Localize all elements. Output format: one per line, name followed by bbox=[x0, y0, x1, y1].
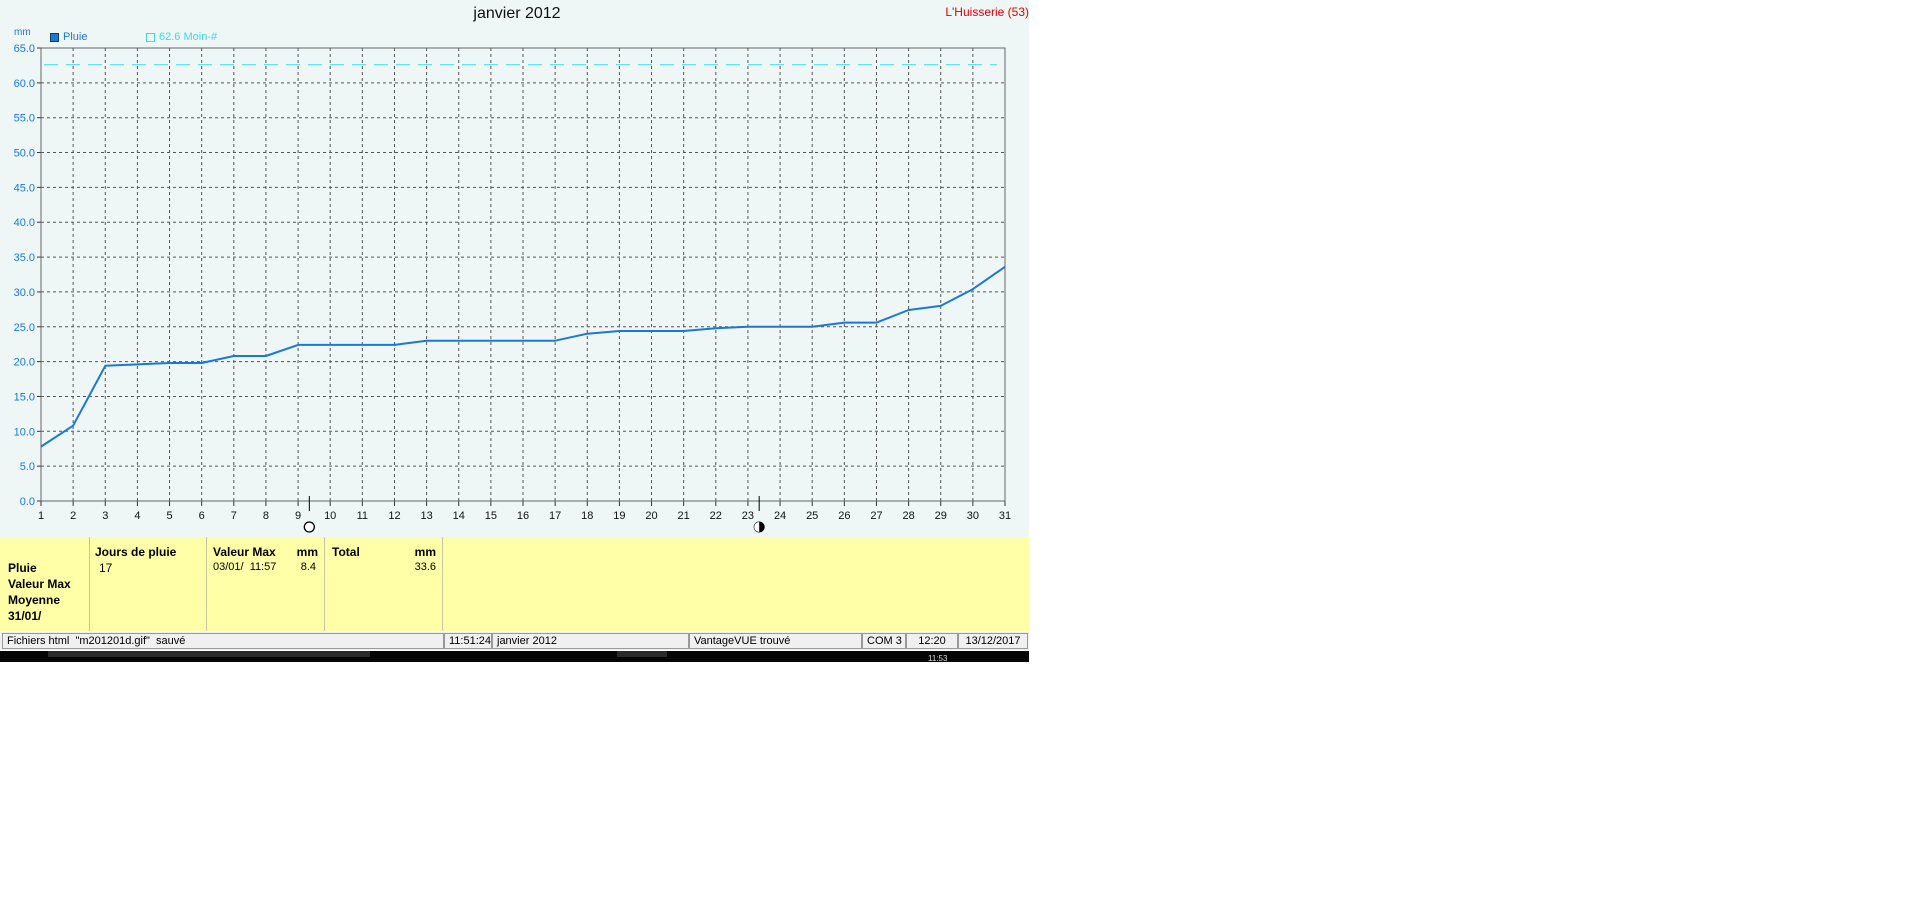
x-tick-label: 27 bbox=[870, 510, 882, 522]
status-period: janvier 2012 bbox=[492, 633, 689, 649]
days-header: Jours de pluie bbox=[95, 545, 177, 559]
y-tick-label: 50.0 bbox=[14, 148, 35, 160]
x-tick-label: 16 bbox=[517, 510, 529, 522]
x-tick-label: 31 bbox=[999, 510, 1011, 522]
total-value: 33.6 bbox=[414, 561, 436, 573]
x-tick-label: 22 bbox=[710, 510, 722, 522]
max-date: 03/01/ 11:57 bbox=[213, 561, 277, 573]
x-tick-label: 18 bbox=[581, 510, 593, 522]
status-date: 13/12/2017 bbox=[958, 633, 1028, 649]
legend-item-reference[interactable]: 62.6 Moin-# bbox=[146, 31, 217, 43]
status-clock: 12:20 bbox=[906, 633, 958, 649]
moon-full-icon bbox=[303, 521, 315, 533]
status-bar: Fichiers html "m201201d.gif" sauvé 11:51… bbox=[0, 632, 1029, 650]
x-tick-label: 10 bbox=[324, 510, 336, 522]
legend-label-pluie: Pluie bbox=[63, 31, 88, 43]
y-tick-label: 45.0 bbox=[14, 182, 35, 194]
y-tick-label: 25.0 bbox=[14, 322, 35, 334]
y-tick-label: 5.0 bbox=[20, 461, 35, 473]
x-tick-label: 26 bbox=[838, 510, 850, 522]
total-unit: mm bbox=[414, 545, 436, 559]
x-tick-label: 1 bbox=[38, 510, 44, 522]
x-tick-label: 9 bbox=[295, 510, 301, 522]
taskbar-button[interactable] bbox=[617, 651, 667, 657]
x-tick-label: 14 bbox=[453, 510, 465, 522]
x-tick-label: 21 bbox=[678, 510, 690, 522]
x-tick-label: 4 bbox=[134, 510, 140, 522]
x-tick-label: 30 bbox=[967, 510, 979, 522]
y-tick-label: 15.0 bbox=[14, 391, 35, 403]
status-time: 11:51:24 bbox=[444, 633, 492, 649]
y-tick-label: 35.0 bbox=[14, 252, 35, 264]
x-tick-label: 8 bbox=[263, 510, 269, 522]
y-tick-label: 55.0 bbox=[14, 113, 35, 125]
row-label-pluie: Pluie bbox=[8, 561, 37, 575]
x-tick-label: 29 bbox=[935, 510, 947, 522]
taskbar: 11:53 bbox=[0, 651, 1029, 663]
x-tick-label: 19 bbox=[613, 510, 625, 522]
x-tick-label: 20 bbox=[645, 510, 657, 522]
x-tick-label: 25 bbox=[806, 510, 818, 522]
stats-panel: Pluie Valeur Max Moyenne 31/01/ Jours de… bbox=[0, 537, 1029, 631]
status-message: Fichiers html "m201201d.gif" sauvé bbox=[2, 633, 444, 649]
days-value: 17 bbox=[99, 561, 113, 575]
x-tick-label: 2 bbox=[70, 510, 76, 522]
y-tick-label: 0.0 bbox=[20, 496, 35, 508]
stats-col-total: Total mm 33.6 bbox=[325, 537, 443, 631]
x-tick-label: 11 bbox=[357, 510, 368, 522]
x-tick-label: 24 bbox=[774, 510, 786, 522]
y-tick-label: 10.0 bbox=[14, 426, 35, 438]
x-tick-label: 28 bbox=[902, 510, 914, 522]
row-label-date: 31/01/ bbox=[8, 609, 42, 623]
x-tick-label: 13 bbox=[420, 510, 432, 522]
legend-item-pluie[interactable]: Pluie bbox=[50, 31, 87, 43]
status-station: VantageVUE trouvé bbox=[689, 633, 862, 649]
x-tick-label: 7 bbox=[231, 510, 237, 522]
legend-swatch-reference bbox=[146, 32, 155, 42]
x-tick-label: 15 bbox=[485, 510, 497, 522]
y-tick-label: 40.0 bbox=[14, 217, 35, 229]
chart-area: 0.0 5.0 10.0 15.0 20.0 25.0 30.0 35.0 40.0 45.0 50… bbox=[0, 0, 1029, 537]
legend-label-reference: 62.6 Moin-# bbox=[159, 31, 218, 43]
moon-quarter-light bbox=[754, 522, 760, 532]
stats-col-max: Valeur Max mm 03/01/ 11:57 8.4 bbox=[207, 537, 325, 631]
status-port: COM 3 bbox=[862, 633, 906, 649]
y-axis-unit: mm bbox=[14, 27, 31, 38]
x-tick-label: 3 bbox=[102, 510, 108, 522]
y-tick-label: 65.0 bbox=[14, 43, 35, 55]
max-unit: mm bbox=[296, 545, 318, 559]
taskbar-clock: 11:53 bbox=[928, 654, 948, 663]
y-tick-label: 30.0 bbox=[14, 287, 35, 299]
max-value: 8.4 bbox=[300, 561, 316, 573]
chart-title: janvier 2012 bbox=[473, 5, 561, 22]
taskbar-button[interactable] bbox=[48, 651, 370, 657]
status-message-text: Fichiers html "m201201d.gif" sauvé bbox=[7, 635, 186, 647]
x-tick-label: 5 bbox=[166, 510, 172, 522]
row-label-valeur-max: Valeur Max bbox=[8, 577, 71, 591]
stats-row-labels: Pluie Valeur Max Moyenne 31/01/ bbox=[0, 537, 90, 631]
row-label-moyenne: Moyenne bbox=[8, 593, 61, 607]
legend-swatch-pluie bbox=[50, 32, 59, 42]
x-tick-label: 12 bbox=[388, 510, 400, 522]
app-window: 0.0 5.0 10.0 15.0 20.0 25.0 30.0 35.0 40.0 45.0 50… bbox=[0, 0, 1029, 663]
station-name: L'Huisserie (53) bbox=[945, 5, 1029, 19]
y-tick-label: 20.0 bbox=[14, 357, 35, 369]
x-tick-label: 17 bbox=[549, 510, 561, 522]
rain-chart: 0.0 5.0 10.0 15.0 20.0 25.0 30.0 35.0 40.0 45.0 50… bbox=[14, 43, 1011, 533]
x-tick-label: 23 bbox=[742, 510, 754, 522]
y-tick-label: 60.0 bbox=[14, 78, 35, 90]
total-header: Total bbox=[332, 545, 360, 559]
x-tick-label: 6 bbox=[199, 510, 205, 522]
max-header: Valeur Max bbox=[213, 545, 276, 559]
stats-col-days: Jours de pluie 17 bbox=[90, 537, 207, 631]
